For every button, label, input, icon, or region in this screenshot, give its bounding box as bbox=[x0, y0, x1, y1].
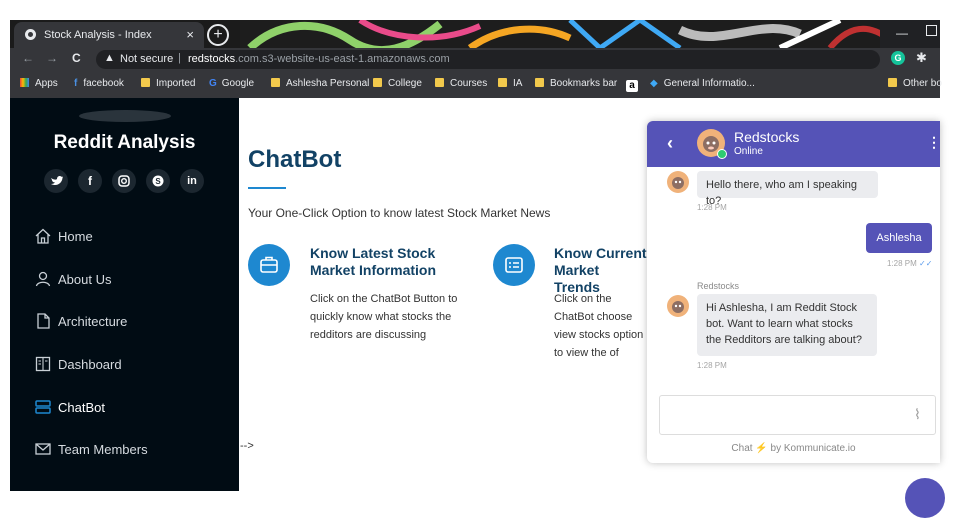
instagram-icon[interactable] bbox=[112, 169, 136, 193]
folder-icon bbox=[141, 78, 150, 87]
warning-icon: ▲ bbox=[104, 52, 115, 64]
window-controls: — bbox=[880, 20, 940, 48]
bot-avatar bbox=[667, 295, 689, 317]
address-divider: | bbox=[178, 52, 181, 64]
brand-title[interactable]: Reddit Analysis bbox=[10, 132, 239, 154]
message-timestamp: 1:28 PM bbox=[697, 203, 727, 212]
bookmark-college[interactable]: College bbox=[373, 78, 422, 89]
browser-tab[interactable]: Stock Analysis - Index × bbox=[14, 22, 204, 48]
not-secure-label: Not secure bbox=[120, 53, 174, 65]
skype-icon[interactable]: S bbox=[146, 169, 170, 193]
reload-icon[interactable]: C bbox=[72, 51, 81, 65]
chat-input-box[interactable]: ⌇ bbox=[659, 395, 936, 435]
tab-title: Stock Analysis - Index bbox=[44, 29, 152, 41]
envelope-icon bbox=[35, 443, 51, 455]
folder-icon bbox=[271, 78, 280, 87]
chat-status: Online bbox=[734, 146, 763, 157]
feature-title: Know Current Market Trends bbox=[554, 245, 647, 295]
folder-icon bbox=[535, 78, 544, 87]
apps-grid-icon bbox=[20, 78, 29, 87]
folder-icon bbox=[373, 78, 382, 87]
graffiti-theme-art bbox=[240, 20, 890, 48]
message-timestamp: 1:28 PM ✓✓ bbox=[887, 259, 933, 268]
server-icon bbox=[35, 400, 51, 414]
google-icon: G bbox=[209, 78, 217, 89]
bookmark-amazon[interactable]: a bbox=[626, 78, 638, 92]
twitter-icon[interactable] bbox=[44, 169, 68, 193]
facebook-icon: f bbox=[74, 78, 78, 89]
lightning-icon: ⚡ bbox=[755, 443, 768, 454]
address-bar[interactable]: ▲ Not secure | redstocks.com.s3-website-… bbox=[96, 50, 880, 69]
url-host: redstocks bbox=[188, 53, 236, 65]
maximize-icon[interactable] bbox=[926, 25, 937, 36]
back-icon[interactable]: ← bbox=[22, 51, 34, 65]
feature-description: Click on the ChatBot choose view stocks … bbox=[554, 293, 644, 359]
bookmark-facebook[interactable]: f facebook bbox=[74, 78, 124, 89]
bookmark-ashlesha-personal[interactable]: Ashlesha Personal bbox=[271, 78, 369, 89]
chat-launcher-button[interactable] bbox=[905, 478, 945, 518]
title-underline bbox=[248, 187, 286, 189]
profile-image-placeholder bbox=[79, 110, 171, 122]
site-icon: ◆ bbox=[650, 78, 658, 89]
chat-message-bot: Hello there, who am I speaking to? bbox=[697, 171, 878, 207]
bookmark-other-bookmarks[interactable]: Other bo bbox=[888, 78, 942, 89]
sidebar: Reddit Analysis f S in Home About Us Arc… bbox=[10, 98, 239, 491]
extensions-icon[interactable]: ✱ bbox=[916, 50, 927, 66]
user-icon bbox=[35, 271, 51, 287]
chat-header: ‹ Redstocks Online ⋮ bbox=[647, 121, 940, 167]
forward-icon[interactable]: → bbox=[46, 51, 58, 65]
chat-message-input[interactable] bbox=[666, 404, 900, 426]
online-indicator bbox=[717, 149, 727, 159]
chat-message-user: Ashlesha bbox=[866, 223, 932, 253]
chevron-left-icon[interactable]: ‹ bbox=[667, 133, 673, 154]
feature-title: Know Latest Stock Market Information bbox=[310, 245, 437, 278]
grammarly-extension-icon[interactable]: G bbox=[891, 51, 905, 65]
svg-text:S: S bbox=[155, 177, 161, 186]
bookmark-general-information[interactable]: ◆ General Informatio... bbox=[650, 78, 755, 89]
folder-icon bbox=[498, 78, 507, 87]
book-icon bbox=[35, 356, 51, 372]
bookmark-ia[interactable]: IA bbox=[498, 78, 522, 89]
stray-comment-text: --> bbox=[240, 440, 254, 452]
facebook-icon[interactable]: f bbox=[78, 169, 102, 193]
bookmark-courses[interactable]: Courses bbox=[435, 78, 487, 89]
url-path: .com.s3-website-us-east-1.amazonaws.com bbox=[235, 53, 450, 65]
card-list-icon bbox=[493, 244, 535, 286]
chat-bot-name: Redstocks bbox=[734, 129, 800, 145]
bookmark-imported[interactable]: Imported bbox=[141, 78, 195, 89]
message-timestamp: 1:28 PM bbox=[697, 361, 727, 370]
read-receipt-icon: ✓✓ bbox=[919, 259, 933, 268]
chat-widget: ‹ Redstocks Online ⋮ Hello there, who am… bbox=[647, 121, 940, 463]
chat-footer: Chat ⚡ by Kommunicate.io bbox=[731, 443, 856, 454]
new-tab-button[interactable]: + bbox=[207, 24, 229, 46]
file-icon bbox=[37, 313, 50, 329]
page-title: ChatBot bbox=[248, 146, 342, 173]
folder-icon bbox=[435, 78, 444, 87]
bookmark-google[interactable]: G Google bbox=[209, 78, 254, 89]
minimize-icon[interactable]: — bbox=[896, 26, 908, 40]
more-options-icon[interactable]: ⋮ bbox=[927, 134, 940, 151]
tab-close-button[interactable]: × bbox=[186, 27, 194, 42]
chat-message-bot: Hi Ashlesha, I am Reddit Stock bot. Want… bbox=[697, 294, 877, 356]
bookmark-apps[interactable]: Apps bbox=[20, 78, 58, 89]
bot-avatar bbox=[697, 129, 727, 159]
message-sender: Redstocks bbox=[697, 281, 740, 291]
url-text: redstocks.com.s3-website-us-east-1.amazo… bbox=[188, 53, 450, 65]
page-subtitle: Your One-Click Option to know latest Sto… bbox=[248, 206, 551, 220]
bookmark-bookmarks-bar[interactable]: Bookmarks bar bbox=[535, 78, 617, 89]
globe-icon bbox=[25, 29, 36, 40]
bookmarks-bar: Apps f facebook Imported G Google Ashlesha… bbox=[10, 70, 942, 98]
folder-icon bbox=[888, 78, 897, 87]
paperclip-icon[interactable]: ⌇ bbox=[914, 406, 921, 423]
amazon-icon: a bbox=[626, 80, 638, 92]
bot-avatar bbox=[667, 171, 689, 193]
feature-description: Click on the ChatBot Button to quickly k… bbox=[310, 293, 458, 341]
home-icon bbox=[35, 228, 51, 244]
briefcase-icon bbox=[248, 244, 290, 286]
linkedin-icon[interactable]: in bbox=[180, 169, 204, 193]
